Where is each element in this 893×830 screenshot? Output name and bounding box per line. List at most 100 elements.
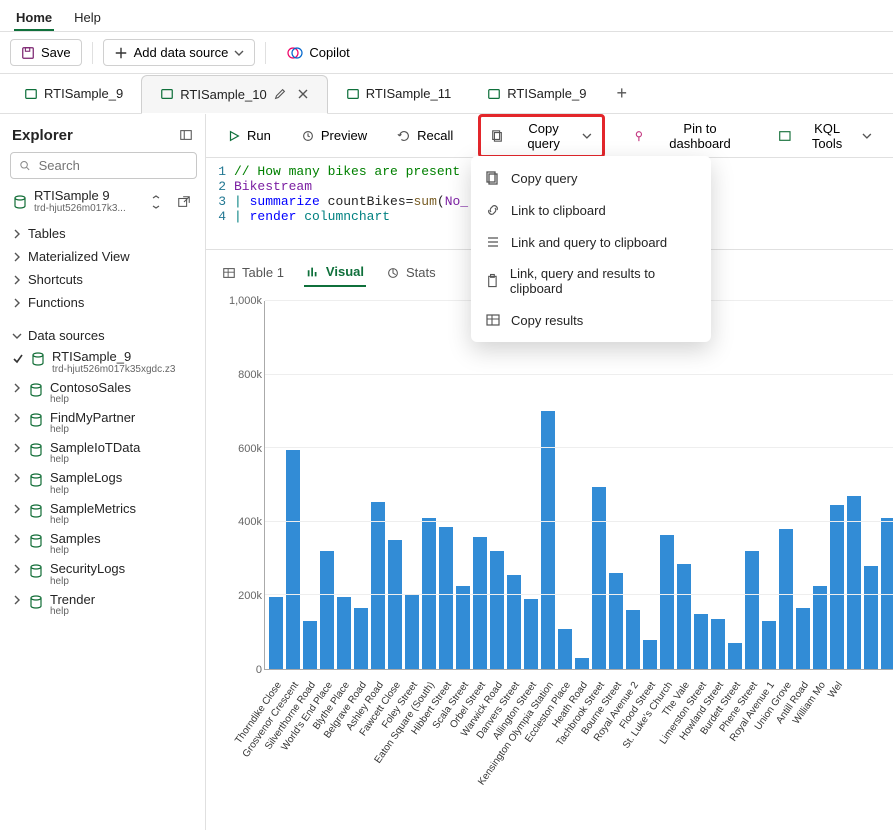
database-icon [30, 351, 46, 367]
data-source-item[interactable]: ContosoSaleshelp [10, 378, 197, 408]
bar[interactable] [796, 608, 810, 669]
data-source-item[interactable]: SampleIoTDatahelp [10, 438, 197, 468]
run-button[interactable]: Run [216, 122, 282, 149]
kql-tools-button[interactable]: KQL Tools [767, 115, 883, 157]
bar[interactable] [337, 597, 351, 669]
bar[interactable] [813, 586, 827, 669]
menu-home[interactable]: Home [14, 6, 54, 31]
search-input[interactable] [37, 157, 188, 174]
tab-rtisample-10[interactable]: RTISample_10 [141, 75, 327, 114]
bar[interactable] [371, 502, 385, 669]
close-icon[interactable] [297, 88, 309, 100]
data-source-item[interactable]: Sampleshelp [10, 529, 197, 559]
menu-link-and-query[interactable]: Link and query to clipboard [471, 226, 711, 258]
bar[interactable] [694, 614, 708, 669]
bar[interactable] [643, 640, 657, 669]
tree-section[interactable]: Functions [10, 291, 197, 314]
add-data-source-button[interactable]: Add data source [103, 39, 256, 66]
bar[interactable] [592, 487, 606, 669]
data-source-item[interactable]: Trenderhelp [10, 590, 197, 620]
bar[interactable] [762, 621, 776, 669]
result-tab-visual[interactable]: Visual [304, 258, 366, 287]
tree-section[interactable]: Materialized View [10, 245, 197, 268]
tab-rtisample-9[interactable]: RTISample_9 [6, 74, 141, 113]
querybar: Run Preview Recall Copy query Pin to das… [206, 114, 893, 158]
db-expand-toggle[interactable] [145, 191, 167, 213]
copy-query-button[interactable]: Copy query [478, 114, 605, 158]
bar[interactable] [728, 643, 742, 669]
tab-rtisample-11[interactable]: RTISample_11 [328, 74, 470, 113]
tab-label: RTISample_11 [366, 86, 452, 101]
save-button[interactable]: Save [10, 39, 82, 66]
menu-help[interactable]: Help [72, 6, 103, 31]
recall-button[interactable]: Recall [386, 122, 464, 149]
recall-icon [397, 129, 411, 143]
ds-sub: help [50, 455, 140, 465]
menu-copy-results[interactable]: Copy results [471, 304, 711, 336]
data-source-item[interactable]: FindMyPartnerhelp [10, 408, 197, 438]
bar[interactable] [677, 564, 691, 669]
y-tick-label: 400k [238, 516, 262, 528]
data-sources-heading[interactable]: Data sources [10, 324, 197, 347]
bar[interactable] [864, 566, 878, 669]
y-tick-label: 600k [238, 443, 262, 455]
bar[interactable] [269, 597, 283, 669]
chevron-right-icon [12, 252, 22, 262]
menu-item-label: Link and query to clipboard [511, 235, 667, 250]
menu-link-clipboard[interactable]: Link to clipboard [471, 194, 711, 226]
bar[interactable] [609, 573, 623, 669]
pin-to-dashboard-button[interactable]: Pin to dashboard [621, 115, 759, 157]
bar[interactable] [660, 535, 674, 669]
data-source-item[interactable]: SecurityLogshelp [10, 559, 197, 589]
data-source-item[interactable]: SampleMetricshelp [10, 499, 197, 529]
copilot-button[interactable]: Copilot [276, 39, 360, 67]
bar[interactable] [507, 575, 521, 669]
result-tab-table[interactable]: Table 1 [220, 259, 286, 286]
bar[interactable] [354, 608, 368, 669]
database-picker[interactable]: RTISample 9 trd-hjut526m017k3... [10, 185, 197, 218]
database-name: RTISample 9 [34, 189, 139, 203]
db-open-button[interactable] [173, 191, 195, 213]
ds-sub: help [50, 486, 122, 496]
collapse-panel-button[interactable] [175, 124, 197, 146]
data-source-item[interactable]: RTISample_9trd-hjut526m017k35xgdc.z3 [10, 347, 197, 377]
bar[interactable] [575, 658, 589, 669]
bar[interactable] [439, 527, 453, 669]
tab-rtisample-9-dup[interactable]: RTISample_9 [469, 74, 604, 113]
chevron-down-icon [234, 48, 244, 58]
bar[interactable] [779, 529, 793, 669]
bar[interactable] [286, 450, 300, 669]
chevron-down-icon [862, 131, 872, 141]
bar[interactable] [490, 551, 504, 669]
data-source-item[interactable]: SampleLogshelp [10, 468, 197, 498]
tab-add-button[interactable]: + [605, 83, 640, 104]
bar[interactable] [847, 496, 861, 669]
database-icon [28, 472, 44, 488]
preview-button[interactable]: Preview [290, 122, 378, 149]
bar[interactable] [626, 610, 640, 669]
bar[interactable] [745, 551, 759, 669]
database-icon [28, 503, 44, 519]
ds-name: SampleLogs [50, 471, 122, 485]
menu-link-query-results[interactable]: Link, query and results to clipboard [471, 258, 711, 304]
ds-name: FindMyPartner [50, 411, 135, 425]
bar[interactable] [830, 505, 844, 669]
tree-section[interactable]: Shortcuts [10, 268, 197, 291]
search-box[interactable] [10, 152, 197, 179]
bar[interactable] [456, 586, 470, 669]
bar[interactable] [524, 599, 538, 669]
bar[interactable] [320, 551, 334, 669]
chevron-right-icon [12, 413, 22, 423]
bar[interactable] [473, 537, 487, 669]
menu-item-label: Link to clipboard [511, 203, 606, 218]
pencil-icon[interactable] [273, 87, 287, 101]
menu-copy-query[interactable]: Copy query [471, 162, 711, 194]
bar[interactable] [541, 411, 555, 669]
bar[interactable] [388, 540, 402, 669]
bar[interactable] [711, 619, 725, 669]
bar[interactable] [405, 594, 419, 669]
bar[interactable] [558, 629, 572, 669]
tree-section[interactable]: Tables [10, 222, 197, 245]
result-tab-stats[interactable]: Stats [384, 259, 438, 286]
bar[interactable] [303, 621, 317, 669]
